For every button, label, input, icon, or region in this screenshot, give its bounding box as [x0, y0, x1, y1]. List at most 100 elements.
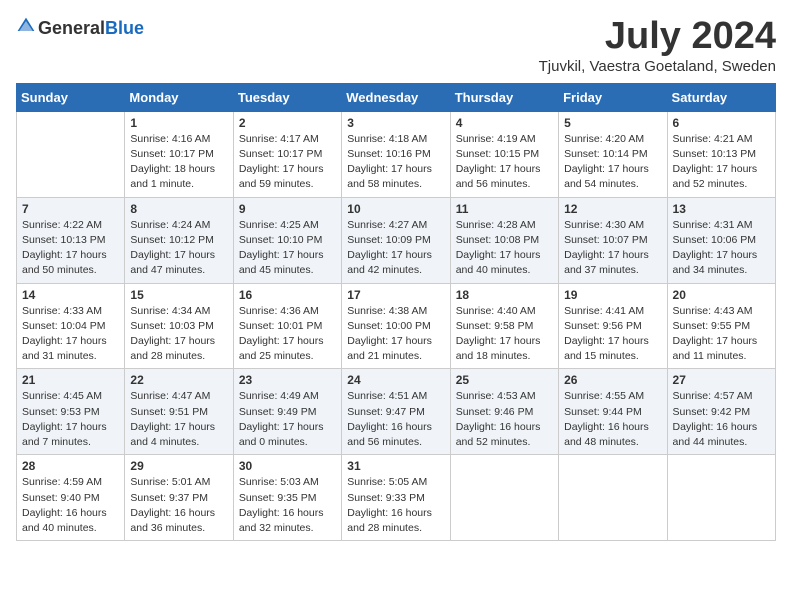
day-info: Sunrise: 4:51 AMSunset: 9:47 PMDaylight:… [347, 389, 444, 450]
day-info-line: Sunset: 9:40 PM [22, 492, 100, 504]
day-info-line: Daylight: 17 hours [22, 249, 107, 261]
day-number: 15 [130, 288, 227, 302]
day-info: Sunrise: 4:25 AMSunset: 10:10 PMDaylight… [239, 218, 336, 279]
day-info-line: Daylight: 17 hours [22, 335, 107, 347]
day-info-line: Sunrise: 4:51 AM [347, 390, 427, 402]
day-info-line: Daylight: 17 hours [564, 335, 649, 347]
calendar-cell [559, 455, 667, 541]
calendar-cell: 27Sunrise: 4:57 AMSunset: 9:42 PMDayligh… [667, 369, 775, 455]
day-info-line: Sunrise: 4:36 AM [239, 305, 319, 317]
day-info-line: Sunset: 10:01 PM [239, 320, 322, 332]
day-info: Sunrise: 4:18 AMSunset: 10:16 PMDaylight… [347, 132, 444, 193]
day-info-line: and 21 minutes. [347, 350, 422, 362]
logo: GeneralBlue [16, 16, 144, 41]
day-info-line: and 28 minutes. [130, 350, 205, 362]
day-info-line: and 15 minutes. [564, 350, 639, 362]
day-info: Sunrise: 4:55 AMSunset: 9:44 PMDaylight:… [564, 389, 661, 450]
calendar-cell: 10Sunrise: 4:27 AMSunset: 10:09 PMDaylig… [342, 197, 450, 283]
calendar-cell: 1Sunrise: 4:16 AMSunset: 10:17 PMDayligh… [125, 111, 233, 197]
header: GeneralBlue July 2024 Tjuvkil, Vaestra G… [16, 16, 776, 75]
day-info-line: Sunrise: 4:47 AM [130, 390, 210, 402]
day-info-line: and 18 minutes. [456, 350, 531, 362]
day-info-line: Sunset: 9:53 PM [22, 406, 100, 418]
day-info-line: Sunrise: 4:53 AM [456, 390, 536, 402]
day-info-line: Sunset: 9:46 PM [456, 406, 534, 418]
day-info-line: Daylight: 17 hours [239, 335, 324, 347]
day-info-line: Sunset: 10:08 PM [456, 234, 539, 246]
day-info-line: Sunrise: 4:40 AM [456, 305, 536, 317]
day-info-line: Sunrise: 5:01 AM [130, 476, 210, 488]
month-year-title: July 2024 [539, 16, 776, 58]
day-number: 6 [673, 116, 770, 130]
calendar-week-row: 1Sunrise: 4:16 AMSunset: 10:17 PMDayligh… [17, 111, 776, 197]
day-info-line: Sunset: 9:33 PM [347, 492, 425, 504]
day-info-line: and 45 minutes. [239, 264, 314, 276]
day-number: 30 [239, 459, 336, 473]
day-info-line: Daylight: 17 hours [673, 249, 758, 261]
calendar-table: SundayMondayTuesdayWednesdayThursdayFrid… [16, 83, 776, 541]
day-info-line: Sunset: 9:56 PM [564, 320, 642, 332]
day-info-line: Daylight: 17 hours [130, 421, 215, 433]
calendar-cell: 4Sunrise: 4:19 AMSunset: 10:15 PMDayligh… [450, 111, 558, 197]
day-info: Sunrise: 4:38 AMSunset: 10:00 PMDaylight… [347, 304, 444, 365]
day-info: Sunrise: 4:41 AMSunset: 9:56 PMDaylight:… [564, 304, 661, 365]
day-number: 7 [22, 202, 119, 216]
day-info-line: Sunrise: 4:16 AM [130, 133, 210, 145]
logo-general-text: General [38, 18, 105, 38]
day-info-line: Daylight: 17 hours [564, 249, 649, 261]
day-info-line: Sunrise: 4:34 AM [130, 305, 210, 317]
calendar-cell: 15 Sunrise: 4:34 AMSunset: 10:03 PMDaylig… [125, 283, 233, 369]
day-info-line: Sunset: 10:17 PM [239, 148, 322, 160]
day-info: Sunrise: 4:22 AMSunset: 10:13 PMDaylight… [22, 218, 119, 279]
day-info: Sunrise: 4:30 AMSunset: 10:07 PMDaylight… [564, 218, 661, 279]
day-info-line: Daylight: 17 hours [130, 335, 215, 347]
day-info-line: Sunset: 10:15 PM [456, 148, 539, 160]
calendar-cell: 5Sunrise: 4:20 AMSunset: 10:14 PMDayligh… [559, 111, 667, 197]
day-info: Sunrise: 4:53 AMSunset: 9:46 PMDaylight:… [456, 389, 553, 450]
header-day-thursday: Thursday [450, 83, 558, 111]
calendar-cell: 30Sunrise: 5:03 AMSunset: 9:35 PMDayligh… [233, 455, 341, 541]
day-number: 27 [673, 373, 770, 387]
day-number: 31 [347, 459, 444, 473]
day-info-line: Sunrise: 4:45 AM [22, 390, 102, 402]
day-info-line: Sunset: 10:16 PM [347, 148, 430, 160]
calendar-cell: 17Sunrise: 4:38 AMSunset: 10:00 PMDaylig… [342, 283, 450, 369]
day-number: 23 [239, 373, 336, 387]
day-number: 9 [239, 202, 336, 216]
header-day-tuesday: Tuesday [233, 83, 341, 111]
day-info-line: Daylight: 17 hours [239, 249, 324, 261]
calendar-cell: 16Sunrise: 4:36 AMSunset: 10:01 PMDaylig… [233, 283, 341, 369]
day-info-line: Daylight: 17 hours [673, 335, 758, 347]
calendar-cell: 26Sunrise: 4:55 AMSunset: 9:44 PMDayligh… [559, 369, 667, 455]
calendar-cell: 18Sunrise: 4:40 AMSunset: 9:58 PMDayligh… [450, 283, 558, 369]
calendar-cell: 28Sunrise: 4:59 AMSunset: 9:40 PMDayligh… [17, 455, 125, 541]
calendar-week-row: 21Sunrise: 4:45 AMSunset: 9:53 PMDayligh… [17, 369, 776, 455]
day-info-line: Sunrise: 4:17 AM [239, 133, 319, 145]
day-info-line: Daylight: 17 hours [456, 249, 541, 261]
day-number: 13 [673, 202, 770, 216]
day-info-line: Daylight: 16 hours [130, 507, 215, 519]
day-number: 8 [130, 202, 227, 216]
day-info-line: Sunrise: 4:57 AM [673, 390, 753, 402]
day-info-line: Daylight: 18 hours [130, 163, 215, 175]
day-info-line: and 48 minutes. [564, 436, 639, 448]
day-info-line: Sunrise: 4:33 AM [22, 305, 102, 317]
day-info-line: Daylight: 16 hours [239, 507, 324, 519]
calendar-cell: 12Sunrise: 4:30 AMSunset: 10:07 PMDaylig… [559, 197, 667, 283]
header-day-sunday: Sunday [17, 83, 125, 111]
day-info: Sunrise: 4:34 AMSunset: 10:03 PMDaylight… [130, 304, 227, 365]
day-info-line: Sunset: 10:04 PM [22, 320, 105, 332]
day-info-line: Sunrise: 4:43 AM [673, 305, 753, 317]
day-info-line: Sunrise: 4:27 AM [347, 219, 427, 231]
day-info: Sunrise: 4:40 AMSunset: 9:58 PMDaylight:… [456, 304, 553, 365]
day-info-line: Daylight: 17 hours [456, 335, 541, 347]
calendar-cell [667, 455, 775, 541]
calendar-week-row: 28Sunrise: 4:59 AMSunset: 9:40 PMDayligh… [17, 455, 776, 541]
day-info-line: Daylight: 16 hours [347, 507, 432, 519]
day-info-line: Sunset: 10:07 PM [564, 234, 647, 246]
calendar-cell: 2Sunrise: 4:17 AMSunset: 10:17 PMDayligh… [233, 111, 341, 197]
calendar-cell: 21Sunrise: 4:45 AMSunset: 9:53 PMDayligh… [17, 369, 125, 455]
day-number: 4 [456, 116, 553, 130]
calendar-week-row: 7 Sunrise: 4:22 AMSunset: 10:13 PMDayligh… [17, 197, 776, 283]
calendar-cell [17, 111, 125, 197]
